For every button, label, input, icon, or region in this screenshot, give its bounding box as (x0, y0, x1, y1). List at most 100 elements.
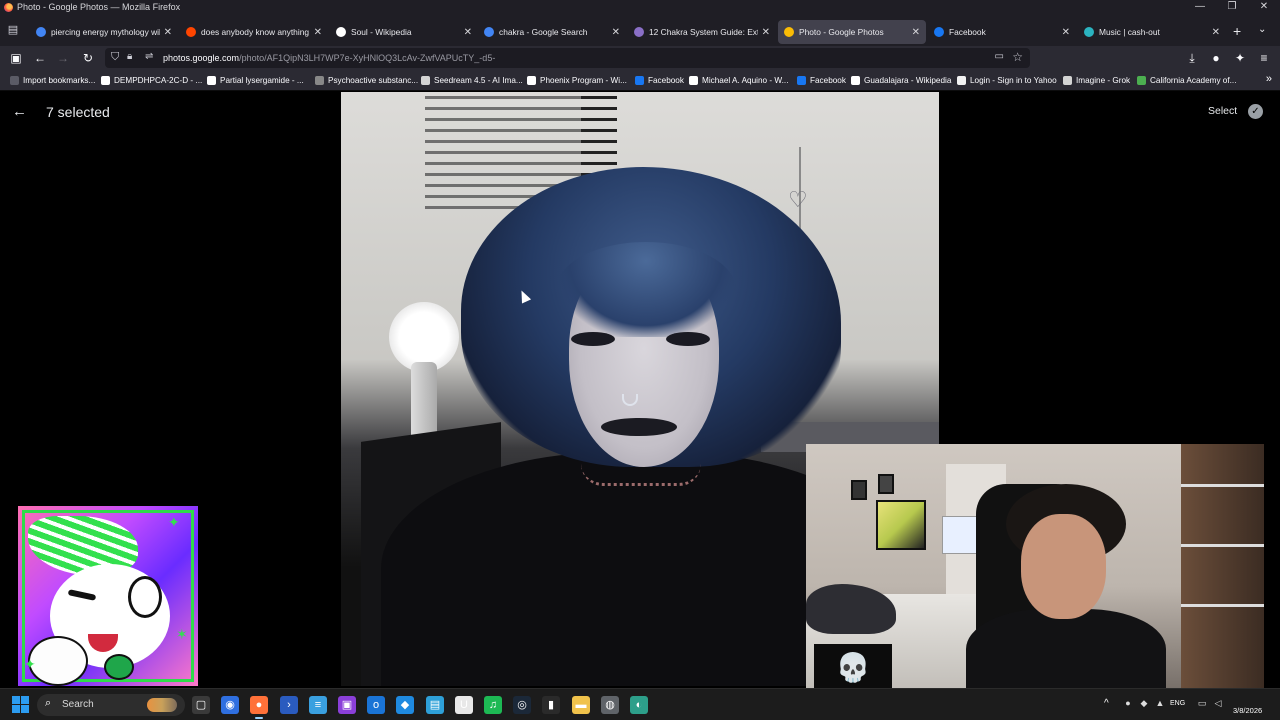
tab-close-icon[interactable]: ✕ (612, 27, 620, 38)
tab-7[interactable]: Music | cash-out ✕ (1078, 20, 1226, 44)
tab-3[interactable]: chakra - Google Search ✕ (478, 20, 626, 44)
upwork-icon[interactable]: U (455, 696, 473, 714)
tab-close-icon[interactable]: ✕ (1212, 27, 1220, 38)
tab-close-icon[interactable]: ✕ (464, 27, 472, 38)
chrome-icon[interactable]: ◍ (601, 696, 619, 714)
list-all-tabs-icon[interactable]: ▤ (5, 23, 21, 39)
bookmark-label: Michael A. Aquino - W... (702, 76, 789, 85)
bottle (411, 362, 437, 442)
bookmark-item[interactable]: Imagine - Grok (1063, 74, 1130, 87)
menu-icon[interactable]: ≡ (1256, 50, 1272, 66)
avatar-hand (28, 636, 88, 686)
tab-2[interactable]: Soul - Wikipedia ✕ (330, 20, 478, 44)
firefox-icon[interactable]: ● (250, 696, 268, 719)
tab-close-icon[interactable]: ✕ (762, 27, 770, 38)
bookmark-item[interactable]: Import bookmarks... (10, 74, 95, 87)
reload-icon[interactable]: ↻ (80, 50, 96, 66)
bookmark-star-icon[interactable]: ☆ (1012, 50, 1023, 64)
tab-label: Music | cash-out (1099, 27, 1160, 37)
tray-app-icon[interactable]: ● (1122, 698, 1134, 710)
facebook-icon (635, 76, 644, 85)
network-icon[interactable]: ▭ (1196, 698, 1208, 710)
outlook-icon[interactable]: o (367, 696, 385, 714)
bookmark-label: Imagine - Grok (1076, 76, 1131, 85)
tab-close-icon[interactable]: ✕ (314, 27, 322, 38)
tab-close-icon[interactable]: ✕ (1062, 27, 1070, 38)
bookmark-item[interactable]: Seedream 4.5 - AI Ima... (421, 74, 523, 87)
taskbar-search[interactable]: ⌕ Search (37, 694, 185, 716)
bookmarks-overflow-icon[interactable]: » (1266, 73, 1272, 85)
photos-icon[interactable]: ▤ (426, 696, 444, 714)
tab-0[interactable]: piercing energy mythology wiki ✕ (30, 20, 178, 44)
url-text[interactable]: photos.google.com/photo/AF1QipN3LH7WP7e-… (163, 53, 495, 63)
tray-chevron-icon[interactable]: ^ (1104, 698, 1109, 709)
tab-5[interactable]: Photo - Google Photos ✕ (778, 20, 926, 44)
permissions-icon[interactable]: ⇌ (145, 51, 153, 62)
forward-icon[interactable]: → (55, 50, 71, 66)
language-indicator[interactable]: ENG (1170, 700, 1185, 707)
downloads-icon[interactable]: ⤓ (1184, 50, 1200, 66)
bookmark-item[interactable]: DEMPDHPCA-2C-D - ... (101, 74, 202, 87)
bookmark-item[interactable]: Partial lysergamide - ... (207, 74, 304, 87)
bookmark-item[interactable]: California Academy of... (1137, 74, 1236, 87)
spotify-icon[interactable]: ♫ (484, 696, 502, 714)
tab-label: 12 Chakra System Guide: Exten (649, 27, 758, 37)
media-icon[interactable]: ▣ (338, 696, 356, 714)
bookmark-item[interactable]: Phoenix Program - Wi... (527, 74, 627, 87)
tab-overflow-chevron-icon[interactable]: ⌄ (1258, 24, 1266, 35)
clock-date[interactable]: 3/8/2026 (1233, 706, 1262, 715)
task-view-icon[interactable]: ▢ (192, 696, 210, 714)
bookmark-item[interactable]: Facebook (635, 74, 684, 87)
close-window-button[interactable]: ✕ (1248, 0, 1280, 16)
facebook-icon (797, 76, 806, 85)
facebook-icon (934, 27, 944, 37)
tray-app-icon[interactable]: ▲ (1154, 698, 1166, 710)
wall-frame (851, 480, 867, 500)
steam-icon[interactable]: ◎ (513, 696, 531, 714)
address-bar[interactable]: ⛉ 🔒︎ ⇌ photos.google.com/photo/AF1QipN3L… (105, 48, 1030, 68)
tab-4[interactable]: 12 Chakra System Guide: Exten ✕ (628, 20, 776, 44)
bookmark-item[interactable]: Michael A. Aquino - W... (689, 74, 788, 87)
bookmark-item[interactable]: Login - Sign in to Yahoo (957, 74, 1057, 87)
back-arrow-icon[interactable]: ← (12, 103, 27, 120)
terminal-icon[interactable]: › (280, 696, 298, 714)
extensions-icon[interactable]: ✦ (1232, 50, 1248, 66)
file-explorer-icon[interactable]: ▬ (572, 696, 590, 714)
new-tab-button[interactable]: + (1233, 23, 1241, 39)
minimize-button[interactable]: — (1184, 0, 1216, 16)
person-fringe (556, 242, 736, 337)
avatar-eye-open (128, 576, 162, 618)
tab-label: Soul - Wikipedia (351, 27, 412, 37)
bookmark-label: Facebook (810, 76, 846, 85)
wikipedia-icon (336, 27, 346, 37)
bookmark-label: California Academy of... (1150, 76, 1237, 85)
skull-icon: 💀 (814, 644, 892, 692)
grok-icon (1063, 76, 1072, 85)
music-site-icon (1084, 27, 1094, 37)
bookmark-item[interactable]: Facebook (797, 74, 846, 87)
back-icon[interactable]: ← (32, 50, 48, 66)
tracking-protection-shield-icon[interactable]: ⛉ (111, 51, 119, 64)
volume-icon[interactable]: ◁ (1212, 698, 1224, 710)
account-icon[interactable]: ● (1208, 50, 1224, 66)
tab-close-icon[interactable]: ✕ (912, 27, 920, 38)
lock-icon[interactable]: 🔒︎ (127, 51, 132, 62)
select-button[interactable]: Select (1208, 105, 1237, 117)
reader-view-icon[interactable]: ▭ (995, 51, 1004, 62)
globe-icon[interactable]: ◐ (630, 696, 648, 714)
tab-6[interactable]: Facebook ✕ (928, 20, 1076, 44)
store-icon[interactable]: ◆ (396, 696, 414, 714)
select-check-icon[interactable]: ✓ (1248, 104, 1263, 119)
window-controls: — ❐ ✕ (1184, 0, 1280, 16)
tab-1[interactable]: does anybody know anything a ✕ (180, 20, 328, 44)
tab-close-icon[interactable]: ✕ (164, 27, 172, 38)
bookmark-item[interactable]: Psychoactive substanc... (315, 74, 418, 87)
copilot-icon[interactable]: ◉ (221, 696, 239, 714)
audio-icon[interactable]: ▮ (542, 696, 560, 714)
maximize-button[interactable]: ❐ (1216, 0, 1248, 16)
windows-start-icon[interactable] (12, 696, 29, 713)
bookmark-item[interactable]: Guadalajara - Wikipedia (851, 74, 951, 87)
sidebar-toggle-icon[interactable]: ▣ (8, 50, 24, 66)
tray-app-icon[interactable]: ◆ (1138, 698, 1150, 710)
notepad-icon[interactable]: ≡ (309, 696, 327, 714)
